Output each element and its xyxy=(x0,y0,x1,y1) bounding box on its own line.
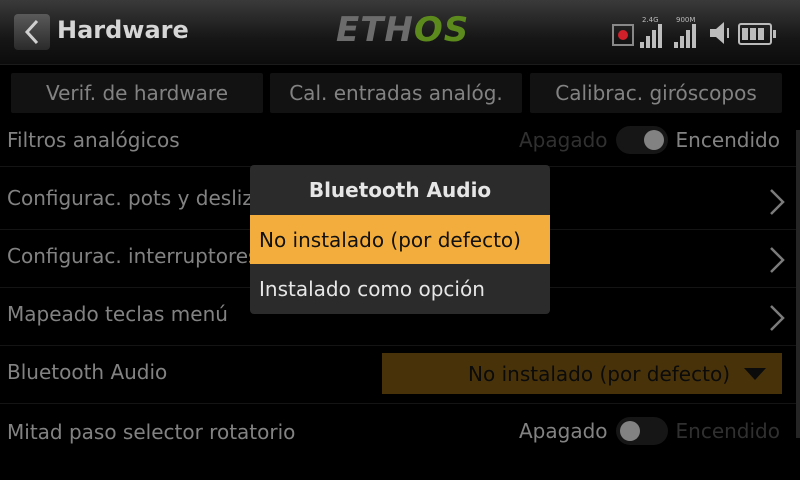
option-not-installed[interactable]: No instalado (por defecto) xyxy=(250,215,550,264)
battery-icon xyxy=(738,23,776,45)
back-button[interactable] xyxy=(14,14,50,50)
top-bar: Hardware ETHOS 2.4G 900M xyxy=(0,0,800,65)
volume-icon xyxy=(710,22,729,44)
status-icons: 2.4G 900M xyxy=(612,16,776,48)
bluetooth-audio-dialog: Bluetooth Audio No instalado (por defect… xyxy=(250,165,550,314)
signal-24g-icon: 2.4G xyxy=(640,16,668,48)
option-installed[interactable]: Instalado como opción xyxy=(250,264,550,313)
page-title: Hardware xyxy=(57,16,189,44)
ethos-logo: ETHOS xyxy=(336,10,470,50)
dialog-title: Bluetooth Audio xyxy=(308,178,492,202)
chevron-left-icon xyxy=(24,19,39,45)
record-icon xyxy=(612,24,634,46)
signal-900m-icon: 900M xyxy=(674,16,702,48)
